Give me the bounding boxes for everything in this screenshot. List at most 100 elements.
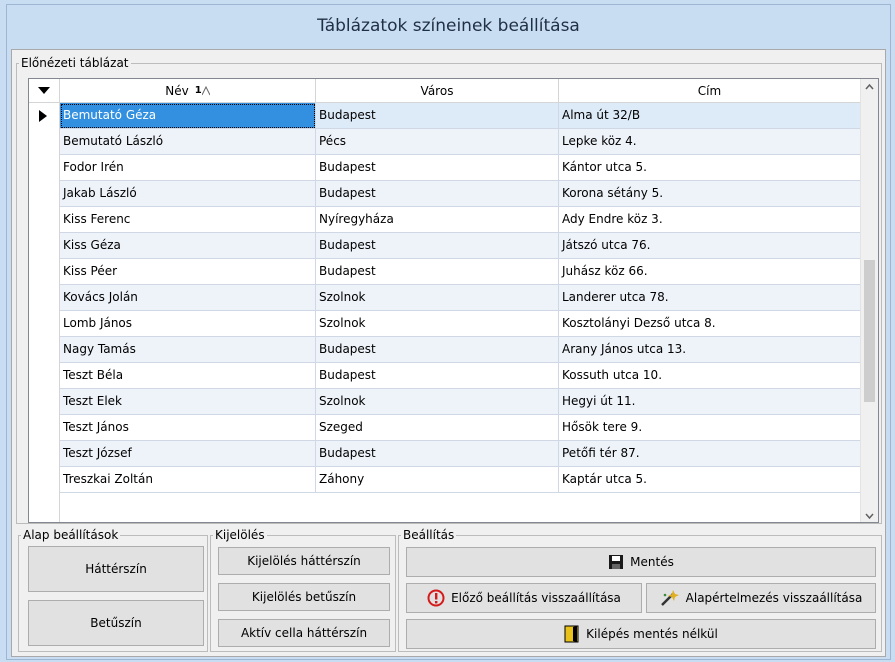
save-button[interactable]: Mentés xyxy=(406,547,876,577)
column-header-city-label: Város xyxy=(420,83,454,98)
table-row[interactable]: Treszkai Zoltán Záhony Kaptár utca 5. xyxy=(60,467,861,493)
cell-address[interactable]: Kántor utca 5. xyxy=(559,155,861,181)
cell-name[interactable]: Lomb János xyxy=(60,311,316,337)
scroll-down-icon[interactable] xyxy=(861,507,878,523)
table-row[interactable]: Fodor Irén Budapest Kántor utca 5. xyxy=(60,155,861,181)
window-title: Táblázatok színeinek beállítása xyxy=(317,16,580,36)
cell-name[interactable]: Bemutató Géza xyxy=(60,103,316,129)
table-row[interactable]: Kiss Géza Budapest Játszó utca 76. xyxy=(60,233,861,259)
cell-address[interactable]: Korona sétány 5. xyxy=(559,181,861,207)
sort-order-number: 1 xyxy=(194,85,202,96)
cell-address[interactable]: Kaptár utca 5. xyxy=(559,467,861,493)
cell-name[interactable]: Teszt Béla xyxy=(60,363,316,389)
cell-city[interactable]: Nyíregyháza xyxy=(316,207,559,233)
exit-door-icon xyxy=(564,625,579,643)
cell-city[interactable]: Budapest xyxy=(316,363,559,389)
restore-previous-label: Előző beállítás visszaállítása xyxy=(451,591,621,605)
cell-city[interactable]: Szolnok xyxy=(316,285,559,311)
cell-city[interactable]: Budapest xyxy=(316,103,559,129)
cell-name[interactable]: Treszkai Zoltán xyxy=(60,467,316,493)
save-button-label: Mentés xyxy=(630,555,674,569)
scrollbar-thumb[interactable] xyxy=(864,260,875,402)
table-row[interactable]: Lomb János Szolnok Kosztolányi Dezső utca … xyxy=(60,311,861,337)
restore-default-label: Alapértelmezés visszaállítása xyxy=(685,591,863,605)
cell-address[interactable]: Juhász köz 66. xyxy=(559,259,861,285)
font-color-button[interactable]: Betűszín xyxy=(28,600,204,646)
selection-legend: Kijelölés xyxy=(213,528,267,542)
cell-name[interactable]: Kovács Jolán xyxy=(60,285,316,311)
cell-address[interactable]: Alma út 32/B xyxy=(559,103,861,129)
restore-warning-icon xyxy=(427,589,445,607)
table-row[interactable]: Teszt Elek Szolnok Hegyi út 11. xyxy=(60,389,861,415)
cell-city[interactable]: Szeged xyxy=(316,415,559,441)
cell-city[interactable]: Budapest xyxy=(316,337,559,363)
exit-without-saving-label: Kilépés mentés nélkül xyxy=(586,627,718,641)
cell-city[interactable]: Szolnok xyxy=(316,311,559,337)
sort-ascending-icon: 1 xyxy=(195,85,210,96)
table-row[interactable]: Teszt Béla Budapest Kossuth utca 10. xyxy=(60,363,861,389)
cell-name[interactable]: Kiss Géza xyxy=(60,233,316,259)
vertical-scrollbar[interactable] xyxy=(860,79,878,523)
cell-name[interactable]: Kiss Ferenc xyxy=(60,207,316,233)
column-header-name-label: Név xyxy=(165,83,189,98)
cell-name[interactable]: Bemutató László xyxy=(60,129,316,155)
cell-address[interactable]: Petőfi tér 87. xyxy=(559,441,861,467)
scroll-up-icon[interactable] xyxy=(861,79,878,96)
selection-font-color-button[interactable]: Kijelölés betűszín xyxy=(218,583,390,611)
table-row[interactable]: Kovács Jolán Szolnok Landerer utca 78. xyxy=(60,285,861,311)
dialog-client-area: Előnézeti táblázat Név 1 Város Cím Bemut… xyxy=(11,49,886,657)
background-color-button[interactable]: Háttérszín xyxy=(28,546,204,592)
table-row[interactable]: Kiss Péer Budapest Juhász köz 66. xyxy=(60,259,861,285)
cell-address[interactable]: Hegyi út 11. xyxy=(559,389,861,415)
cell-name[interactable]: Teszt Elek xyxy=(60,389,316,415)
table-row[interactable]: Kiss Ferenc Nyíregyháza Ady Endre köz 3. xyxy=(60,207,861,233)
selection-background-button[interactable]: Kijelölés háttérszín xyxy=(218,547,390,575)
cell-name[interactable]: Kiss Péer xyxy=(60,259,316,285)
table-row[interactable]: Teszt József Budapest Petőfi tér 87. xyxy=(60,441,861,467)
cell-city[interactable]: Budapest xyxy=(316,155,559,181)
row-indicator-column xyxy=(29,103,60,522)
table-row[interactable]: Nagy Tamás Budapest Arany János utca 13. xyxy=(60,337,861,363)
column-header-address[interactable]: Cím xyxy=(559,79,861,103)
cell-city[interactable]: Budapest xyxy=(316,181,559,207)
indicator-header[interactable] xyxy=(29,79,60,103)
preview-group-legend: Előnézeti táblázat xyxy=(19,56,131,70)
settings-legend: Beállítás xyxy=(401,528,457,542)
preview-grid[interactable]: Név 1 Város Cím Bemutató Géza Budapest Alm… xyxy=(28,78,879,523)
basic-settings-legend: Alap beállítások xyxy=(21,528,121,542)
restore-previous-button[interactable]: Előző beállítás visszaállítása xyxy=(406,583,642,613)
cell-city[interactable]: Budapest xyxy=(316,233,559,259)
dropdown-arrow-icon xyxy=(38,86,50,94)
table-row[interactable]: Bemutató Géza Budapest Alma út 32/B xyxy=(60,103,861,129)
exit-without-saving-button[interactable]: Kilépés mentés nélkül xyxy=(406,619,876,649)
table-row[interactable]: Jakab László Budapest Korona sétány 5. xyxy=(60,181,861,207)
cell-address[interactable]: Arany János utca 13. xyxy=(559,337,861,363)
cell-name[interactable]: Teszt János xyxy=(60,415,316,441)
cell-address[interactable]: Ady Endre köz 3. xyxy=(559,207,861,233)
cell-address[interactable]: Hősök tere 9. xyxy=(559,415,861,441)
cell-address[interactable]: Játszó utca 76. xyxy=(559,233,861,259)
cell-city[interactable]: Záhony xyxy=(316,467,559,493)
current-row-arrow-icon xyxy=(39,110,47,122)
cell-name[interactable]: Teszt József xyxy=(60,441,316,467)
active-cell-background-button[interactable]: Aktív cella háttérszín xyxy=(218,619,390,647)
floppy-disk-icon xyxy=(609,555,624,569)
column-header-name[interactable]: Név 1 xyxy=(60,79,316,103)
dialog-window: Táblázatok színeinek beállítása Előnézet… xyxy=(6,4,891,660)
cell-name[interactable]: Jakab László xyxy=(60,181,316,207)
cell-city[interactable]: Szolnok xyxy=(316,389,559,415)
cell-address[interactable]: Kosztolányi Dezső utca 8. xyxy=(559,311,861,337)
magic-wand-icon xyxy=(660,590,679,606)
cell-address[interactable]: Lepke köz 4. xyxy=(559,129,861,155)
cell-name[interactable]: Fodor Irén xyxy=(60,155,316,181)
restore-default-button[interactable]: Alapértelmezés visszaállítása xyxy=(646,583,876,613)
cell-address[interactable]: Kossuth utca 10. xyxy=(559,363,861,389)
table-row[interactable]: Teszt János Szeged Hősök tere 9. xyxy=(60,415,861,441)
column-header-city[interactable]: Város xyxy=(316,79,559,103)
table-row[interactable]: Bemutató László Pécs Lepke köz 4. xyxy=(60,129,861,155)
cell-city[interactable]: Budapest xyxy=(316,259,559,285)
cell-city[interactable]: Budapest xyxy=(316,441,559,467)
cell-city[interactable]: Pécs xyxy=(316,129,559,155)
cell-name[interactable]: Nagy Tamás xyxy=(60,337,316,363)
cell-address[interactable]: Landerer utca 78. xyxy=(559,285,861,311)
